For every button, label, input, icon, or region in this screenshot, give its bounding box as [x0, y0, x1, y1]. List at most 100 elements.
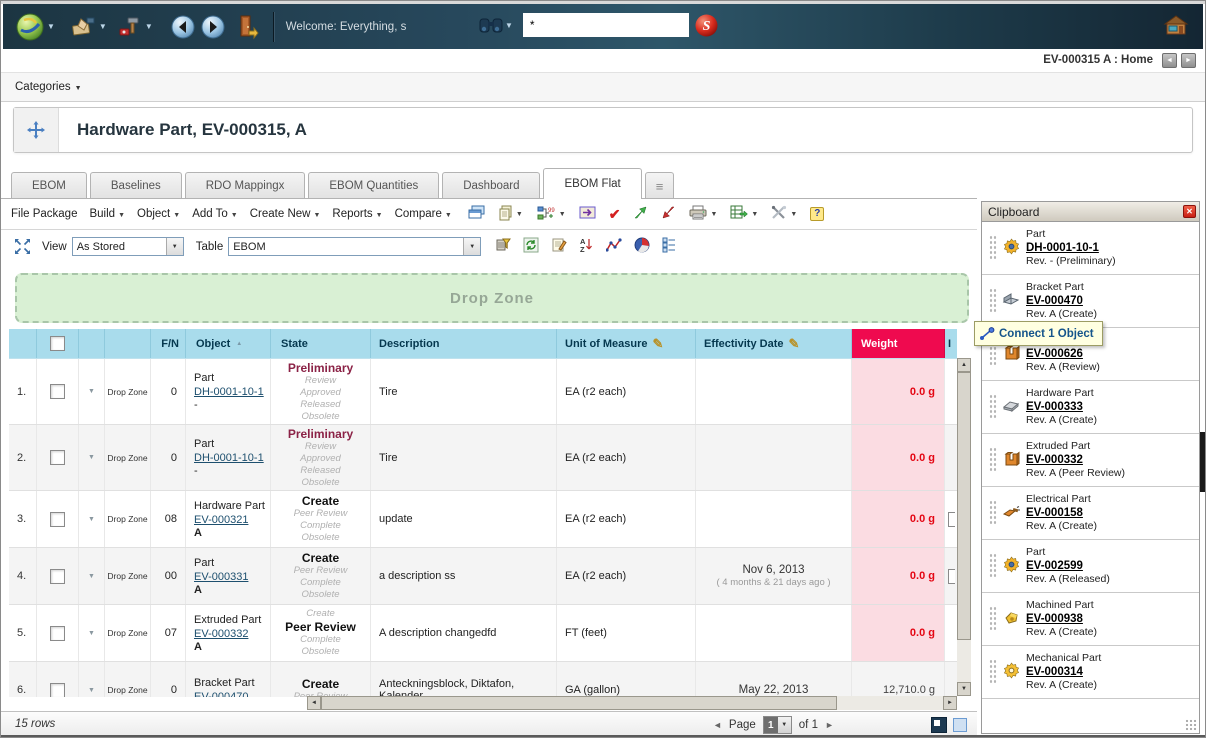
back-button[interactable] [171, 15, 195, 39]
object-link[interactable]: EV-000332 [194, 627, 270, 641]
clip-item-link[interactable]: DH-0001-10-1 [1026, 241, 1116, 255]
row-checkbox[interactable] [50, 450, 65, 465]
actions-tools-icon[interactable] [71, 15, 97, 39]
refresh-icon[interactable] [523, 237, 539, 256]
print-icon-caret[interactable]: ▼ [710, 211, 717, 218]
table-select[interactable]: EBOM▼ [228, 237, 481, 256]
drag-handle[interactable] [989, 447, 997, 473]
menu-compare[interactable]: Compare▼ [395, 208, 452, 220]
cascade-windows-icon[interactable] [468, 205, 485, 223]
partial-checkbox[interactable] [948, 569, 955, 584]
row-actions-icon[interactable]: ▼ [88, 388, 95, 395]
actions-caret-icon[interactable]: ▼ [99, 22, 107, 31]
row-checkbox[interactable] [50, 512, 65, 527]
object-link[interactable]: DH-0001-10-1 [194, 451, 270, 465]
page-select[interactable]: 1▼ [763, 716, 792, 734]
tab-baselines[interactable]: Baselines [90, 172, 182, 199]
header-partial[interactable]: I [945, 329, 957, 358]
search-input[interactable] [523, 13, 689, 37]
exchange-window-icon[interactable] [579, 205, 596, 223]
select-all-checkbox[interactable] [50, 336, 65, 351]
page-prev-icon[interactable]: ◄ [713, 720, 722, 730]
tab-ebom-quantities[interactable]: EBOM Quantities [308, 172, 439, 199]
filter-remove-icon[interactable] [495, 237, 511, 256]
resize-grip[interactable] [1185, 719, 1197, 731]
menu-create-new[interactable]: Create New▼ [250, 208, 321, 220]
tab-ebom[interactable]: EBOM [11, 172, 87, 199]
row-drop-zone[interactable]: Drop Zone [105, 548, 151, 604]
scroll-up-button[interactable]: ▲ [957, 358, 971, 372]
crumb-back-button[interactable]: ◄ [1162, 53, 1177, 68]
header-fn[interactable]: F/N [151, 329, 186, 358]
row-actions-icon[interactable]: ▼ [88, 454, 95, 461]
menu-build[interactable]: Build▼ [89, 208, 125, 220]
header-blank2[interactable] [79, 329, 105, 358]
search-caret-icon[interactable]: ▼ [505, 21, 513, 30]
engineering-caret-icon[interactable]: ▼ [145, 22, 153, 31]
brand-logo-icon[interactable] [15, 12, 45, 42]
search-binoculars-icon[interactable] [479, 15, 503, 35]
drag-handle[interactable] [989, 394, 997, 420]
horizontal-scroll-thumb[interactable] [321, 696, 837, 710]
tab-dashboard[interactable]: Dashboard [442, 172, 540, 199]
chart-view-icon[interactable] [606, 238, 622, 256]
partial-checkbox[interactable] [948, 512, 955, 527]
row-drop-zone[interactable]: Drop Zone [105, 425, 151, 490]
header-blank3[interactable] [105, 329, 151, 358]
drag-handle[interactable] [989, 500, 997, 526]
horizontal-scrollbar[interactable]: ◄ ► [307, 696, 957, 710]
export-table-icon-caret[interactable]: ▼ [751, 211, 758, 218]
approve-check-icon[interactable]: ✔ [609, 207, 621, 221]
pie-chart-icon[interactable] [634, 237, 650, 256]
header-effectivity[interactable]: Effectivity Date✎ [696, 329, 852, 358]
forward-button[interactable] [201, 15, 225, 39]
logout-icon[interactable] [237, 14, 259, 40]
row-checkbox[interactable] [50, 626, 65, 641]
row-actions-icon[interactable]: ▼ [88, 573, 95, 580]
row-actions-icon[interactable]: ▼ [88, 630, 95, 637]
clip-item-link[interactable]: EV-002599 [1026, 559, 1110, 573]
drag-handle[interactable] [989, 235, 997, 261]
header-blank[interactable] [9, 329, 37, 358]
menu-object[interactable]: Object▼ [137, 208, 180, 220]
row-checkbox[interactable] [50, 569, 65, 584]
row-drop-zone[interactable]: Drop Zone [105, 359, 151, 424]
clip-item-link[interactable]: EV-000470 [1026, 294, 1097, 308]
tab-overflow-menu[interactable]: ≡ [645, 172, 675, 199]
clip-item-link[interactable]: EV-000938 [1026, 612, 1097, 626]
copy-icon-caret[interactable]: ▼ [516, 211, 523, 218]
object-link[interactable]: EV-000331 [194, 570, 270, 584]
object-link[interactable]: DH-0001-10-1 [194, 385, 270, 399]
tab-rdo-mappingx[interactable]: RDO Mappingx [185, 172, 306, 199]
vertical-scrollbar[interactable]: ▲ ▼ [957, 358, 971, 696]
row-actions-icon[interactable]: ▼ [88, 516, 95, 523]
object-link[interactable]: EV-000321 [194, 513, 270, 527]
clip-item-link[interactable]: EV-000158 [1026, 506, 1097, 520]
brand-caret-icon[interactable]: ▼ [47, 22, 55, 31]
promote-icon[interactable] [633, 205, 648, 223]
edit-column-icon[interactable]: ✎ [788, 336, 799, 352]
browser-scrollbar-thumb[interactable] [1200, 432, 1205, 492]
clip-item-link[interactable]: EV-000314 [1026, 665, 1101, 679]
drag-handle[interactable] [989, 288, 997, 314]
structure-compare-icon[interactable]: 99▼ [536, 205, 566, 224]
header-weight[interactable]: Weight [852, 329, 945, 358]
row-checkbox[interactable] [50, 683, 65, 698]
crumb-forward-button[interactable]: ► [1181, 53, 1196, 68]
menu-add-to[interactable]: Add To▼ [192, 208, 238, 220]
sort-icon[interactable]: AZ [579, 237, 594, 256]
drag-handle[interactable] [989, 553, 997, 579]
row-drop-zone[interactable]: Drop Zone [105, 662, 151, 697]
object-link[interactable]: EV-000470 [194, 690, 270, 697]
header-description[interactable]: Description [371, 329, 557, 358]
scroll-down-button[interactable]: ▼ [957, 682, 971, 696]
menu-reports[interactable]: Reports▼ [332, 208, 382, 220]
row-drop-zone[interactable]: Drop Zone [105, 605, 151, 661]
page-next-icon[interactable]: ► [825, 720, 834, 730]
engineering-icon[interactable] [117, 15, 143, 39]
header-select-all[interactable] [37, 329, 79, 358]
header-uom[interactable]: Unit of Measure✎ [557, 329, 696, 358]
edit-column-icon[interactable]: ✎ [653, 336, 664, 352]
clipboard-close-button[interactable]: ✕ [1183, 205, 1196, 218]
print-icon[interactable]: ▼ [689, 205, 717, 223]
